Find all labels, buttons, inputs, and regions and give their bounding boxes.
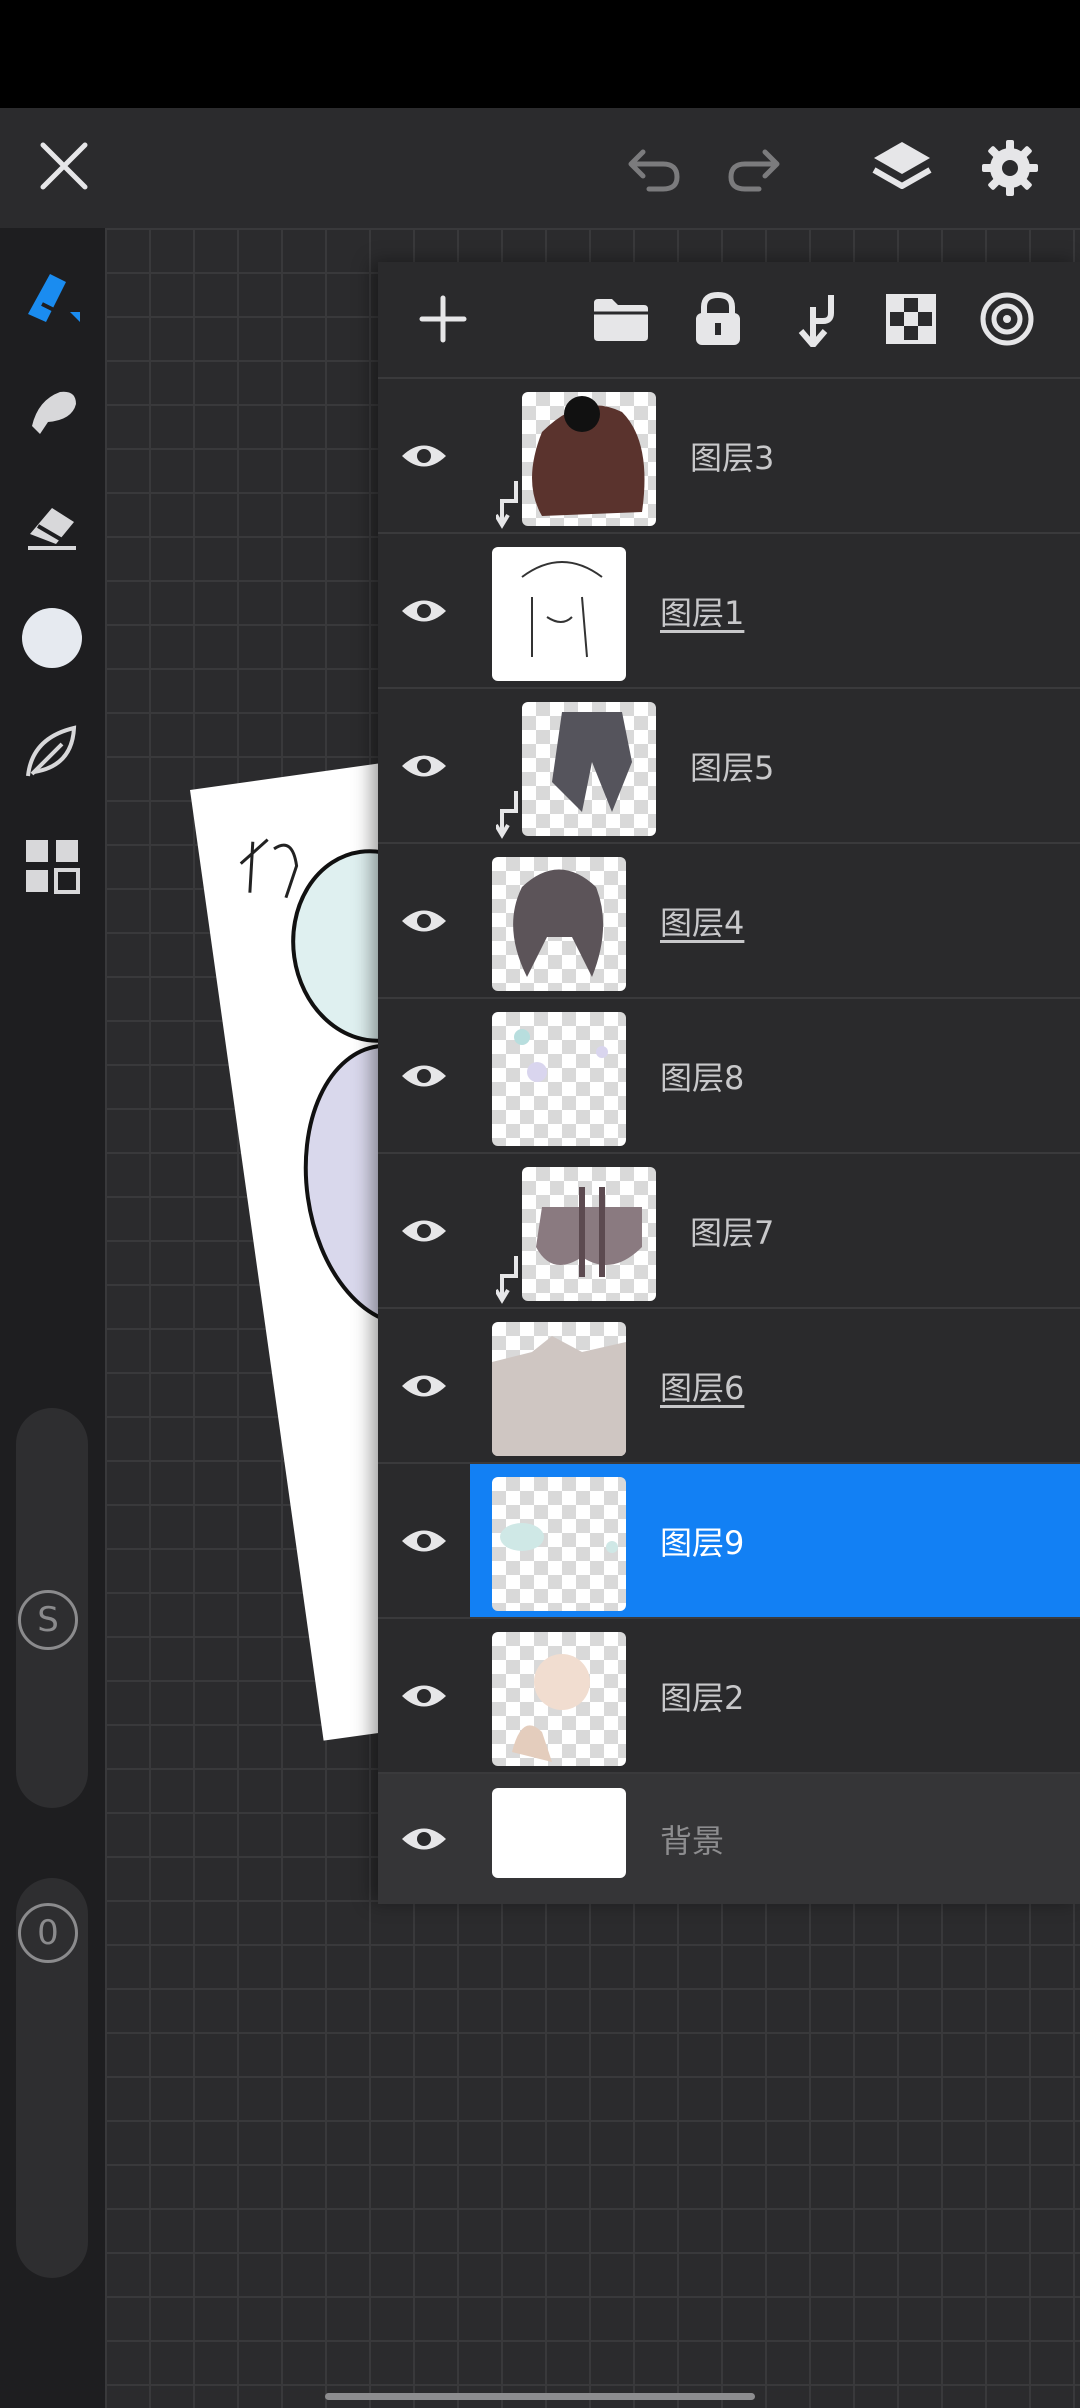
layer-thumbnail xyxy=(522,702,656,836)
visibility-eye-icon[interactable] xyxy=(378,1464,470,1618)
visibility-eye-icon[interactable] xyxy=(378,534,470,688)
left-toolbar: S 0 xyxy=(0,228,105,2408)
layer-row-selected[interactable]: 图层9 xyxy=(378,1462,1080,1618)
visibility-eye-icon[interactable] xyxy=(378,844,470,998)
visibility-eye-icon[interactable] xyxy=(378,379,470,533)
merge-down-icon[interactable] xyxy=(780,284,850,354)
layer-thumbnail xyxy=(492,857,626,991)
layer-row-content: 图层4 xyxy=(470,844,1080,998)
layer-row-content: 图层2 xyxy=(470,1619,1080,1773)
layer-row-content: 图层8 xyxy=(470,999,1080,1153)
layer-name: 图层7 xyxy=(690,1214,775,1252)
clipping-mask-arrow-icon xyxy=(496,791,518,839)
layer-row[interactable]: 图层4 xyxy=(378,842,1080,998)
visibility-eye-icon[interactable] xyxy=(378,1154,470,1308)
layer-row[interactable]: 图层1 xyxy=(378,532,1080,688)
layer-thumbnail xyxy=(492,547,626,681)
color-circle-icon[interactable] xyxy=(12,598,92,678)
clipping-mask-arrow-icon xyxy=(496,481,518,529)
visibility-eye-icon[interactable] xyxy=(378,999,470,1153)
layers-toolbar xyxy=(378,262,1080,377)
layer-row[interactable]: 图层3 xyxy=(378,377,1080,533)
layers-panel: 图层3 图层1 图层5 图层4 图层8 图层7 图层6 图层9 图层2 背景 xyxy=(378,262,1080,1904)
layer-row-content: 背景 xyxy=(470,1774,1080,1904)
layer-thumbnail xyxy=(522,1167,656,1301)
layer-row[interactable]: 图层8 xyxy=(378,997,1080,1153)
pencil-icon[interactable] xyxy=(12,256,92,336)
layer-row[interactable]: 图层2 xyxy=(378,1617,1080,1773)
layer-row[interactable]: 图层7 xyxy=(378,1152,1080,1308)
grid-icon[interactable] xyxy=(12,826,92,906)
layer-row[interactable]: 图层5 xyxy=(378,687,1080,843)
layer-row-content: 图层3 xyxy=(470,379,1080,533)
leaf-icon[interactable] xyxy=(12,712,92,792)
layer-thumbnail xyxy=(492,1788,626,1878)
layer-row[interactable]: 背景 xyxy=(378,1772,1080,1904)
layer-row-content: 图层7 xyxy=(470,1154,1080,1308)
layer-row-content: 图层6 xyxy=(470,1309,1080,1463)
undo-icon[interactable] xyxy=(620,134,690,204)
layer-name: 图层1 xyxy=(660,594,745,632)
layer-row-content: 图层1 xyxy=(470,534,1080,688)
layer-name: 图层8 xyxy=(660,1059,745,1097)
layer-row-content: 图层9 xyxy=(470,1464,1080,1618)
layers-icon[interactable] xyxy=(862,128,942,208)
layer-name: 图层3 xyxy=(690,439,775,477)
layer-thumbnail xyxy=(492,1477,626,1611)
layer-name: 图层6 xyxy=(660,1369,745,1407)
layer-thumbnail xyxy=(492,1322,626,1456)
folder-icon[interactable] xyxy=(586,284,656,354)
layer-thumbnail xyxy=(522,392,656,526)
layer-name: 背景 xyxy=(660,1822,725,1860)
redo-icon[interactable] xyxy=(718,134,788,204)
top-bar xyxy=(0,108,1080,228)
transparency-icon[interactable] xyxy=(876,284,946,354)
eraser-icon[interactable] xyxy=(12,484,92,564)
lock-icon[interactable] xyxy=(683,284,753,354)
smudge-icon[interactable] xyxy=(12,370,92,450)
add-icon[interactable] xyxy=(408,284,478,354)
layer-row[interactable]: 图层6 xyxy=(378,1307,1080,1463)
gear-icon[interactable] xyxy=(970,128,1050,208)
visibility-eye-icon[interactable] xyxy=(378,1774,470,1904)
visibility-eye-icon[interactable] xyxy=(378,1309,470,1463)
status-bar xyxy=(0,0,1080,108)
target-icon[interactable] xyxy=(972,284,1042,354)
clipping-mask-arrow-icon xyxy=(496,1256,518,1304)
layer-thumbnail xyxy=(492,1632,626,1766)
layer-name: 图层4 xyxy=(660,904,745,942)
layer-name: 图层5 xyxy=(690,749,775,787)
visibility-eye-icon[interactable] xyxy=(378,1619,470,1773)
layer-thumbnail xyxy=(492,1012,626,1146)
layer-row-content: 图层5 xyxy=(470,689,1080,843)
home-indicator xyxy=(325,2393,755,2400)
visibility-eye-icon[interactable] xyxy=(378,689,470,843)
layer-name: 图层9 xyxy=(660,1524,745,1562)
opacity-slider-label: 0 xyxy=(18,1903,78,1963)
close-icon[interactable] xyxy=(28,130,100,202)
layer-name: 图层2 xyxy=(660,1679,745,1717)
size-slider-label: S xyxy=(18,1590,78,1650)
